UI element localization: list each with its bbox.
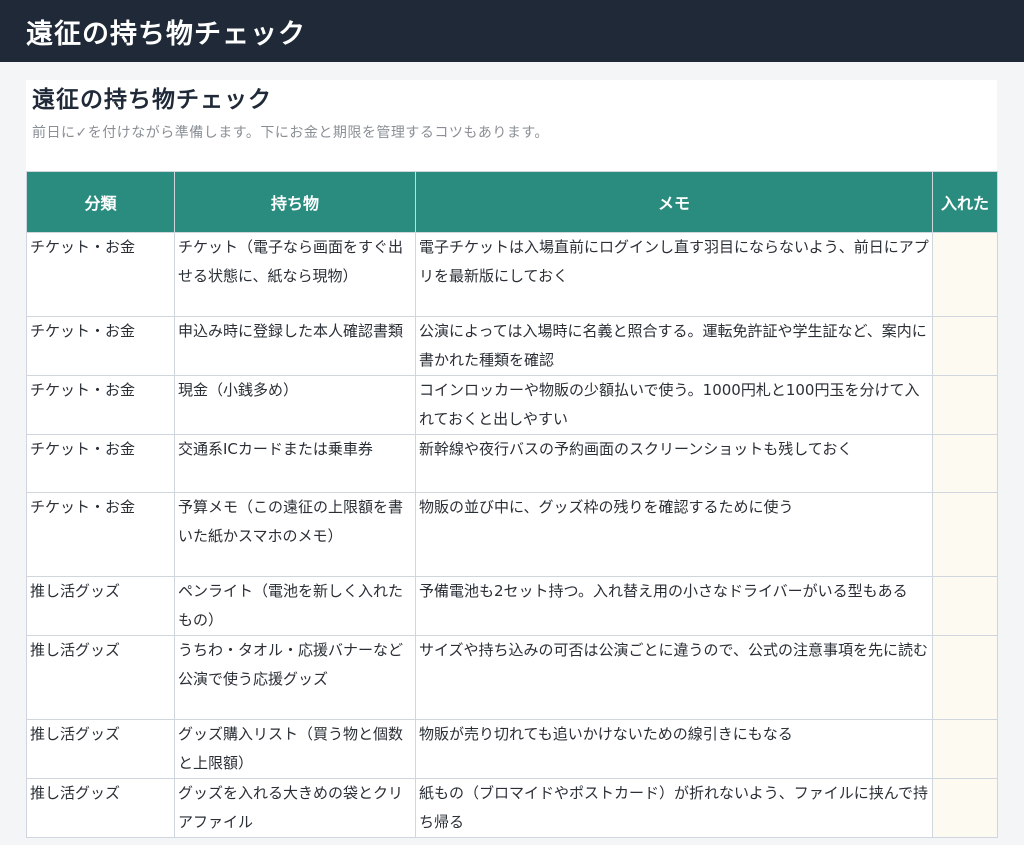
item-cell: グッズ購入リスト（買う物と個数と上限額）: [174, 719, 416, 779]
column-header-checked: 入れた: [932, 171, 998, 233]
category-cell: チケット・お金: [26, 492, 175, 577]
table-row: 推し活グッズ ペンライト（電池を新しく入れたもの） 予備電池も2セット持つ。入れ…: [26, 576, 998, 636]
category-cell: 推し活グッズ: [26, 576, 175, 636]
column-header-memo: メモ: [415, 171, 933, 233]
memo-cell: 予備電池も2セット持つ。入れ替え用の小さなドライバーがいる型もある: [415, 576, 933, 636]
checklist-table: 分類 持ち物 メモ 入れた チケット・お金 チケット（電子なら画面をすぐ出せる状…: [26, 171, 998, 838]
checked-cell[interactable]: [932, 375, 998, 435]
item-cell: チケット（電子なら画面をすぐ出せる状態に、紙なら現物）: [174, 232, 416, 317]
table-row: 推し活グッズ グッズを入れる大きめの袋とクリアファイル 紙もの（ブロマイドやポス…: [26, 778, 998, 838]
table-row: チケット・お金 交通系ICカードまたは乗車券 新幹線や夜行バスの予約画面のスクリ…: [26, 434, 998, 493]
table-row: チケット・お金 予算メモ（この遠征の上限額を書いた紙かスマホのメモ） 物販の並び…: [26, 492, 998, 577]
item-cell: うちわ・タオル・応援バナーなど公演で使う応援グッズ: [174, 635, 416, 720]
item-cell: 現金（小銭多め）: [174, 375, 416, 435]
top-bar: 遠征の持ち物チェック: [0, 0, 1024, 62]
column-header-category: 分類: [26, 171, 175, 233]
checked-cell[interactable]: [932, 316, 998, 376]
checked-cell[interactable]: [932, 232, 998, 317]
table-header-row: 分類 持ち物 メモ 入れた: [26, 171, 998, 233]
header-card: 遠征の持ち物チェック 前日に✓を付けながら準備します。下にお金と期限を管理するコ…: [26, 80, 997, 172]
memo-cell: サイズや持ち込みの可否は公演ごとに違うので、公式の注意事項を先に読む: [415, 635, 933, 720]
checked-cell[interactable]: [932, 576, 998, 636]
item-cell: 予算メモ（この遠征の上限額を書いた紙かスマホのメモ）: [174, 492, 416, 577]
table-row: 推し活グッズ グッズ購入リスト（買う物と個数と上限額） 物販が売り切れても追いか…: [26, 719, 998, 779]
item-cell: ペンライト（電池を新しく入れたもの）: [174, 576, 416, 636]
table-row: チケット・お金 現金（小銭多め） コインロッカーや物販の少額払いで使う。1000…: [26, 375, 998, 435]
table-row: チケット・お金 申込み時に登録した本人確認書類 公演によっては入場時に名義と照合…: [26, 316, 998, 376]
memo-cell: 紙もの（ブロマイドやポストカード）が折れないよう、ファイルに挟んで持ち帰る: [415, 778, 933, 838]
memo-cell: 物販の並び中に、グッズ枠の残りを確認するために使う: [415, 492, 933, 577]
table-row: チケット・お金 チケット（電子なら画面をすぐ出せる状態に、紙なら現物） 電子チケ…: [26, 232, 998, 317]
memo-cell: 公演によっては入場時に名義と照合する。運転免許証や学生証など、案内に書かれた種類…: [415, 316, 933, 376]
checked-cell[interactable]: [932, 434, 998, 493]
checked-cell[interactable]: [932, 635, 998, 720]
category-cell: 推し活グッズ: [26, 778, 175, 838]
page-title: 遠征の持ち物チェック: [32, 87, 272, 113]
category-cell: チケット・お金: [26, 375, 175, 435]
memo-cell: 新幹線や夜行バスの予約画面のスクリーンショットも残しておく: [415, 434, 933, 493]
column-header-item: 持ち物: [174, 171, 416, 233]
checked-cell[interactable]: [932, 778, 998, 838]
category-cell: チケット・お金: [26, 434, 175, 493]
app-title: 遠征の持ち物チェック: [26, 18, 306, 50]
category-cell: チケット・お金: [26, 232, 175, 317]
item-cell: 申込み時に登録した本人確認書類: [174, 316, 416, 376]
memo-cell: 物販が売り切れても追いかけないための線引きにもなる: [415, 719, 933, 779]
page-subtitle: 前日に✓を付けながら準備します。下にお金と期限を管理するコツもあります。: [32, 125, 549, 141]
item-cell: グッズを入れる大きめの袋とクリアファイル: [174, 778, 416, 838]
checked-cell[interactable]: [932, 492, 998, 577]
table-row: 推し活グッズ うちわ・タオル・応援バナーなど公演で使う応援グッズ サイズや持ち込…: [26, 635, 998, 720]
category-cell: チケット・お金: [26, 316, 175, 376]
checked-cell[interactable]: [932, 719, 998, 779]
category-cell: 推し活グッズ: [26, 635, 175, 720]
memo-cell: 電子チケットは入場直前にログインし直す羽目にならないよう、前日にアプリを最新版に…: [415, 232, 933, 317]
category-cell: 推し活グッズ: [26, 719, 175, 779]
item-cell: 交通系ICカードまたは乗車券: [174, 434, 416, 493]
memo-cell: コインロッカーや物販の少額払いで使う。1000円札と100円玉を分けて入れておく…: [415, 375, 933, 435]
